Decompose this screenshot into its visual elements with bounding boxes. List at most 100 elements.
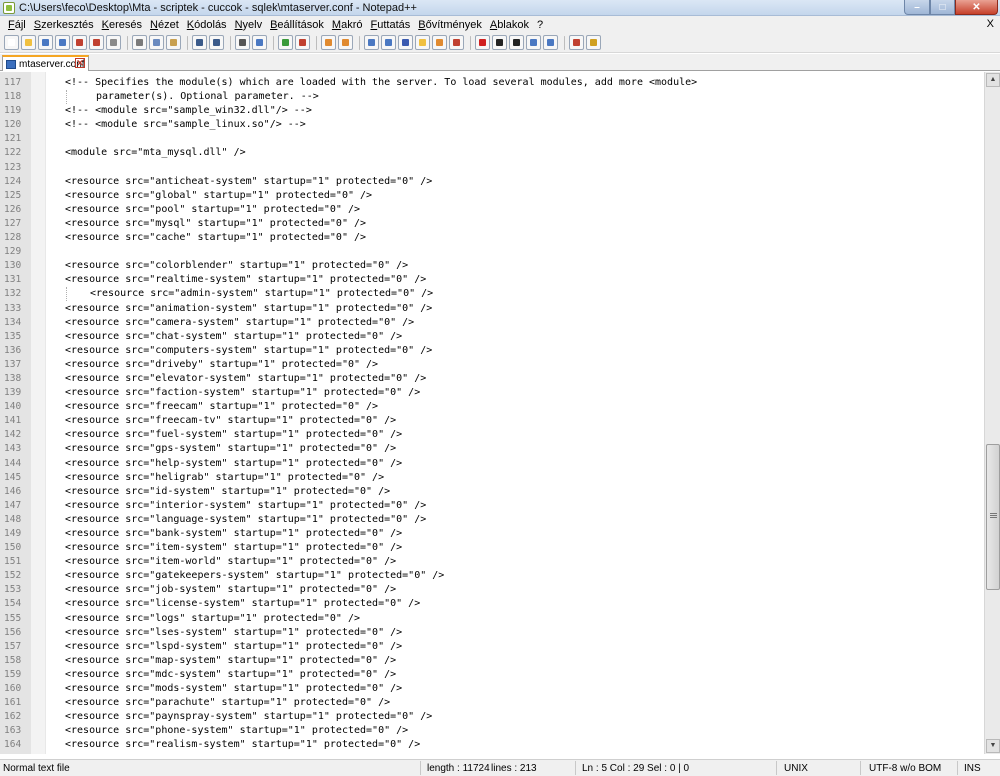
code-line[interactable]: 143 <resource src="gps-system" startup="1…: [0, 442, 984, 456]
code-line[interactable]: 154 <resource src="license-system" startu…: [0, 597, 984, 611]
code-line[interactable]: 136 <resource src="computers-system" star…: [0, 344, 984, 358]
code-line[interactable]: 145 <resource src="heligrab" startup="1" …: [0, 471, 984, 485]
menu-item[interactable]: Keresés: [98, 19, 146, 31]
save-macro-icon[interactable]: [543, 35, 558, 50]
stop-macro-icon[interactable]: [492, 35, 507, 50]
status-eol[interactable]: UNIX: [784, 763, 808, 774]
find-icon[interactable]: [235, 35, 250, 50]
code-line[interactable]: 142 <resource src="fuel-system" startup="…: [0, 428, 984, 442]
user-lang-icon[interactable]: [415, 35, 430, 50]
spell-auto-icon[interactable]: [586, 35, 601, 50]
menu-item[interactable]: Bővítmények: [414, 19, 486, 31]
code-line[interactable]: 122 <module src="mta_mysql.dll" />: [0, 146, 984, 160]
code-line[interactable]: 126 <resource src="pool" startup="1" prot…: [0, 203, 984, 217]
code-line[interactable]: 124 <resource src="anticheat-system" star…: [0, 175, 984, 189]
menu-item[interactable]: Futtatás: [366, 19, 414, 31]
code-line[interactable]: 164 <resource src="realism-system" startu…: [0, 738, 984, 752]
code-line[interactable]: 157 <resource src="lspd-system" startup="…: [0, 640, 984, 654]
code-line[interactable]: 152 <resource src="gatekeepers-system" st…: [0, 569, 984, 583]
code-line[interactable]: 129: [0, 245, 984, 259]
new-file-icon[interactable]: [4, 35, 19, 50]
notepadpp-app-icon[interactable]: [3, 2, 15, 14]
code-line[interactable]: 119 <!-- <module src="sample_win32.dll"/>…: [0, 104, 984, 118]
code-line[interactable]: 161 <resource src="parachute" startup="1"…: [0, 696, 984, 710]
minimize-button[interactable]: –: [904, 0, 930, 15]
spell-check-icon[interactable]: [569, 35, 584, 50]
menu-item[interactable]: Nézet: [146, 19, 183, 31]
close-window-button[interactable]: ✕: [955, 0, 998, 15]
code-line[interactable]: 137 <resource src="driveby" startup="1" p…: [0, 358, 984, 372]
code-line[interactable]: 138 <resource src="elevator-system" start…: [0, 372, 984, 386]
open-file-icon[interactable]: [21, 35, 36, 50]
code-line[interactable]: 120 <!-- <module src="sample_linux.so"/> …: [0, 118, 984, 132]
code-line[interactable]: 139 <resource src="faction-system" startu…: [0, 386, 984, 400]
code-line[interactable]: 123: [0, 161, 984, 175]
sync-vertical-icon[interactable]: [321, 35, 336, 50]
scroll-thumb[interactable]: [986, 444, 1000, 590]
tab-close-icon[interactable]: ✕: [75, 58, 85, 68]
zoom-in-icon[interactable]: [278, 35, 293, 50]
play-macro-icon[interactable]: [509, 35, 524, 50]
code-line[interactable]: 133 <resource src="animation-system" star…: [0, 302, 984, 316]
code-line[interactable]: 117 <!-- Specifies the module(s) which ar…: [0, 76, 984, 90]
scroll-up-button[interactable]: ▲: [986, 73, 1000, 87]
copy-icon[interactable]: [149, 35, 164, 50]
indent-guide-icon[interactable]: [398, 35, 413, 50]
record-macro-icon[interactable]: [475, 35, 490, 50]
doc-map-icon[interactable]: [432, 35, 447, 50]
paste-icon[interactable]: [166, 35, 181, 50]
code-line[interactable]: 150 <resource src="item-system" startup="…: [0, 541, 984, 555]
close-icon[interactable]: [72, 35, 87, 50]
code-line[interactable]: 141 <resource src="freecam-tv" startup="1…: [0, 414, 984, 428]
code-line[interactable]: 151 <resource src="item-world" startup="1…: [0, 555, 984, 569]
code-line[interactable]: 131 <resource src="realtime-system" start…: [0, 273, 984, 287]
menu-item[interactable]: Beállítások: [266, 19, 328, 31]
tab-mtaserver-conf[interactable]: mtaserver.conf ✕: [2, 55, 89, 71]
code-line[interactable]: 118 parameter(s). Optional parameter. -->: [0, 90, 984, 105]
menu-item[interactable]: Kódolás: [183, 19, 231, 31]
replace-icon[interactable]: [252, 35, 267, 50]
maximize-button[interactable]: □: [930, 0, 955, 15]
code-line[interactable]: 158 <resource src="map-system" startup="1…: [0, 654, 984, 668]
code-line[interactable]: 155 <resource src="logs" startup="1" prot…: [0, 612, 984, 626]
close-all-icon[interactable]: [89, 35, 104, 50]
menu-item[interactable]: Szerkesztés: [30, 19, 98, 31]
menu-item[interactable]: Nyelv: [231, 19, 267, 31]
code-line[interactable]: 134 <resource src="camera-system" startup…: [0, 316, 984, 330]
code-line[interactable]: 135 <resource src="chat-system" startup="…: [0, 330, 984, 344]
menu-item[interactable]: ?: [533, 19, 547, 31]
print-icon[interactable]: [106, 35, 121, 50]
code-line[interactable]: 149 <resource src="bank-system" startup="…: [0, 527, 984, 541]
code-line[interactable]: 121: [0, 132, 984, 146]
show-all-chars-icon[interactable]: [381, 35, 396, 50]
code-line[interactable]: 128 <resource src="cache" startup="1" pro…: [0, 231, 984, 245]
editor-area[interactable]: 117 <!-- Specifies the module(s) which ar…: [0, 72, 984, 754]
word-wrap-icon[interactable]: [364, 35, 379, 50]
code-line[interactable]: 144 <resource src="help-system" startup="…: [0, 457, 984, 471]
code-line[interactable]: 159 <resource src="mdc-system" startup="1…: [0, 668, 984, 682]
menu-item[interactable]: Makró: [328, 19, 367, 31]
code-line[interactable]: 163 <resource src="phone-system" startup=…: [0, 724, 984, 738]
run-macro-multiple-icon[interactable]: [526, 35, 541, 50]
undo-icon[interactable]: [192, 35, 207, 50]
save-all-icon[interactable]: [55, 35, 70, 50]
menu-item[interactable]: Fájl: [4, 19, 30, 31]
cut-icon[interactable]: [132, 35, 147, 50]
vertical-scrollbar[interactable]: ▲ ▼: [984, 72, 1000, 754]
code-line[interactable]: 127 <resource src="mysql" startup="1" pro…: [0, 217, 984, 231]
code-line[interactable]: 132 <resource src="admin-system" startup=…: [0, 287, 984, 302]
code-line[interactable]: 153 <resource src="job-system" startup="1…: [0, 583, 984, 597]
status-insert-mode[interactable]: INS: [964, 763, 981, 774]
status-encoding[interactable]: UTF-8 w/o BOM: [869, 763, 941, 774]
scroll-down-button[interactable]: ▼: [986, 739, 1000, 753]
code-line[interactable]: 148 <resource src="language-system" start…: [0, 513, 984, 527]
sync-horizontal-icon[interactable]: [338, 35, 353, 50]
code-line[interactable]: 140 <resource src="freecam" startup="1" p…: [0, 400, 984, 414]
menu-item[interactable]: Ablakok: [486, 19, 533, 31]
function-list-icon[interactable]: [449, 35, 464, 50]
code-line[interactable]: 156 <resource src="lses-system" startup="…: [0, 626, 984, 640]
redo-icon[interactable]: [209, 35, 224, 50]
code-line[interactable]: 130 <resource src="colorblender" startup=…: [0, 259, 984, 273]
code-line[interactable]: 125 <resource src="global" startup="1" pr…: [0, 189, 984, 203]
code-line[interactable]: 160 <resource src="mods-system" startup="…: [0, 682, 984, 696]
